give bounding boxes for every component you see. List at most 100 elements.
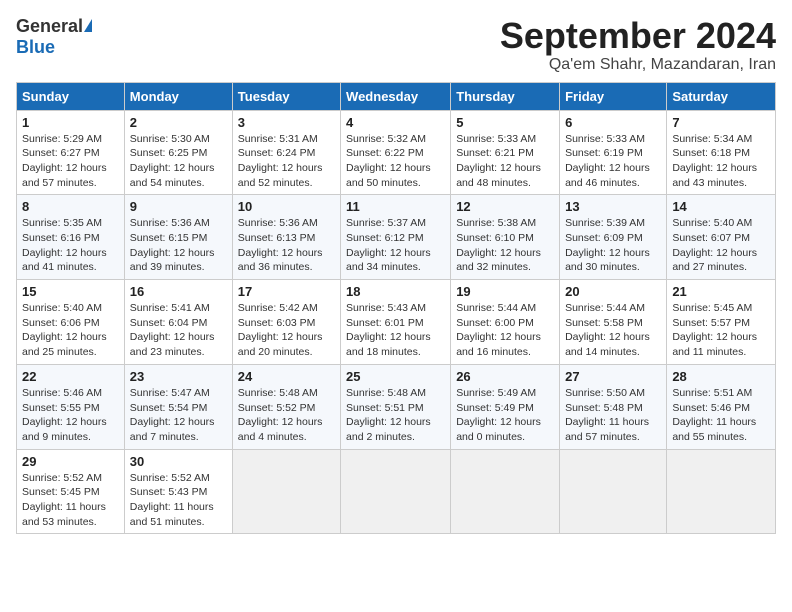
day-info: Sunrise: 5:30 AMSunset: 6:25 PMDaylight:…	[130, 133, 215, 189]
weekday-header-wednesday: Wednesday	[341, 82, 451, 110]
day-info: Sunrise: 5:40 AMSunset: 6:06 PMDaylight:…	[22, 302, 107, 358]
day-number: 17	[238, 284, 335, 299]
day-number: 2	[130, 115, 227, 130]
day-info: Sunrise: 5:35 AMSunset: 6:16 PMDaylight:…	[22, 217, 107, 273]
day-info: Sunrise: 5:51 AMSunset: 5:46 PMDaylight:…	[672, 387, 756, 443]
calendar-cell: 17 Sunrise: 5:42 AMSunset: 6:03 PMDaylig…	[232, 280, 340, 365]
day-info: Sunrise: 5:29 AMSunset: 6:27 PMDaylight:…	[22, 133, 107, 189]
calendar-cell: 30 Sunrise: 5:52 AMSunset: 5:43 PMDaylig…	[124, 449, 232, 534]
day-number: 8	[22, 199, 119, 214]
logo-arrow-icon	[84, 19, 92, 32]
day-number: 18	[346, 284, 445, 299]
calendar-cell: 23 Sunrise: 5:47 AMSunset: 5:54 PMDaylig…	[124, 364, 232, 449]
calendar-cell: 5 Sunrise: 5:33 AMSunset: 6:21 PMDayligh…	[451, 110, 560, 195]
day-info: Sunrise: 5:44 AMSunset: 6:00 PMDaylight:…	[456, 302, 541, 358]
calendar-cell: 7 Sunrise: 5:34 AMSunset: 6:18 PMDayligh…	[667, 110, 776, 195]
calendar-week-2: 8 Sunrise: 5:35 AMSunset: 6:16 PMDayligh…	[17, 195, 776, 280]
day-info: Sunrise: 5:48 AMSunset: 5:52 PMDaylight:…	[238, 387, 323, 443]
title-block: September 2024 Qa'em Shahr, Mazandaran, …	[500, 16, 776, 74]
logo: General Blue	[16, 16, 92, 58]
calendar-cell: 16 Sunrise: 5:41 AMSunset: 6:04 PMDaylig…	[124, 280, 232, 365]
calendar-cell: 14 Sunrise: 5:40 AMSunset: 6:07 PMDaylig…	[667, 195, 776, 280]
calendar-cell: 4 Sunrise: 5:32 AMSunset: 6:22 PMDayligh…	[341, 110, 451, 195]
day-info: Sunrise: 5:49 AMSunset: 5:49 PMDaylight:…	[456, 387, 541, 443]
logo-general: General	[16, 16, 92, 37]
day-number: 9	[130, 199, 227, 214]
day-number: 5	[456, 115, 554, 130]
day-number: 24	[238, 369, 335, 384]
day-number: 15	[22, 284, 119, 299]
calendar-cell	[341, 449, 451, 534]
page-header: General Blue September 2024 Qa'em Shahr,…	[16, 16, 776, 74]
calendar-cell: 9 Sunrise: 5:36 AMSunset: 6:15 PMDayligh…	[124, 195, 232, 280]
calendar-cell: 1 Sunrise: 5:29 AMSunset: 6:27 PMDayligh…	[17, 110, 125, 195]
page-location: Qa'em Shahr, Mazandaran, Iran	[500, 56, 776, 74]
day-number: 26	[456, 369, 554, 384]
calendar-cell: 25 Sunrise: 5:48 AMSunset: 5:51 PMDaylig…	[341, 364, 451, 449]
weekday-header-sunday: Sunday	[17, 82, 125, 110]
weekday-header-friday: Friday	[560, 82, 667, 110]
calendar-cell: 28 Sunrise: 5:51 AMSunset: 5:46 PMDaylig…	[667, 364, 776, 449]
weekday-header-thursday: Thursday	[451, 82, 560, 110]
calendar-cell: 13 Sunrise: 5:39 AMSunset: 6:09 PMDaylig…	[560, 195, 667, 280]
day-info: Sunrise: 5:33 AMSunset: 6:19 PMDaylight:…	[565, 133, 650, 189]
day-number: 14	[672, 199, 770, 214]
day-number: 23	[130, 369, 227, 384]
day-info: Sunrise: 5:37 AMSunset: 6:12 PMDaylight:…	[346, 217, 431, 273]
day-info: Sunrise: 5:39 AMSunset: 6:09 PMDaylight:…	[565, 217, 650, 273]
calendar-cell	[451, 449, 560, 534]
calendar-cell	[560, 449, 667, 534]
day-number: 27	[565, 369, 661, 384]
day-number: 10	[238, 199, 335, 214]
calendar-week-5: 29 Sunrise: 5:52 AMSunset: 5:45 PMDaylig…	[17, 449, 776, 534]
day-info: Sunrise: 5:32 AMSunset: 6:22 PMDaylight:…	[346, 133, 431, 189]
day-number: 11	[346, 199, 445, 214]
day-info: Sunrise: 5:36 AMSunset: 6:13 PMDaylight:…	[238, 217, 323, 273]
day-number: 12	[456, 199, 554, 214]
day-number: 3	[238, 115, 335, 130]
calendar-cell: 27 Sunrise: 5:50 AMSunset: 5:48 PMDaylig…	[560, 364, 667, 449]
calendar-cell: 8 Sunrise: 5:35 AMSunset: 6:16 PMDayligh…	[17, 195, 125, 280]
calendar-table: SundayMondayTuesdayWednesdayThursdayFrid…	[16, 82, 776, 535]
calendar-week-1: 1 Sunrise: 5:29 AMSunset: 6:27 PMDayligh…	[17, 110, 776, 195]
day-number: 22	[22, 369, 119, 384]
calendar-header-row: SundayMondayTuesdayWednesdayThursdayFrid…	[17, 82, 776, 110]
calendar-cell: 12 Sunrise: 5:38 AMSunset: 6:10 PMDaylig…	[451, 195, 560, 280]
page-title: September 2024	[500, 16, 776, 56]
day-info: Sunrise: 5:33 AMSunset: 6:21 PMDaylight:…	[456, 133, 541, 189]
day-number: 19	[456, 284, 554, 299]
day-info: Sunrise: 5:52 AMSunset: 5:43 PMDaylight:…	[130, 472, 214, 528]
weekday-header-saturday: Saturday	[667, 82, 776, 110]
day-info: Sunrise: 5:43 AMSunset: 6:01 PMDaylight:…	[346, 302, 431, 358]
calendar-cell: 29 Sunrise: 5:52 AMSunset: 5:45 PMDaylig…	[17, 449, 125, 534]
day-info: Sunrise: 5:45 AMSunset: 5:57 PMDaylight:…	[672, 302, 757, 358]
day-info: Sunrise: 5:31 AMSunset: 6:24 PMDaylight:…	[238, 133, 323, 189]
calendar-cell: 19 Sunrise: 5:44 AMSunset: 6:00 PMDaylig…	[451, 280, 560, 365]
calendar-cell: 22 Sunrise: 5:46 AMSunset: 5:55 PMDaylig…	[17, 364, 125, 449]
day-number: 21	[672, 284, 770, 299]
day-number: 20	[565, 284, 661, 299]
day-info: Sunrise: 5:46 AMSunset: 5:55 PMDaylight:…	[22, 387, 107, 443]
day-number: 30	[130, 454, 227, 469]
calendar-cell: 24 Sunrise: 5:48 AMSunset: 5:52 PMDaylig…	[232, 364, 340, 449]
day-number: 28	[672, 369, 770, 384]
day-number: 1	[22, 115, 119, 130]
day-info: Sunrise: 5:52 AMSunset: 5:45 PMDaylight:…	[22, 472, 106, 528]
day-info: Sunrise: 5:44 AMSunset: 5:58 PMDaylight:…	[565, 302, 650, 358]
calendar-cell: 11 Sunrise: 5:37 AMSunset: 6:12 PMDaylig…	[341, 195, 451, 280]
calendar-week-3: 15 Sunrise: 5:40 AMSunset: 6:06 PMDaylig…	[17, 280, 776, 365]
calendar-cell: 6 Sunrise: 5:33 AMSunset: 6:19 PMDayligh…	[560, 110, 667, 195]
logo-blue-text: Blue	[16, 37, 55, 58]
day-number: 29	[22, 454, 119, 469]
calendar-cell	[667, 449, 776, 534]
day-number: 6	[565, 115, 661, 130]
calendar-cell: 3 Sunrise: 5:31 AMSunset: 6:24 PMDayligh…	[232, 110, 340, 195]
calendar-cell: 18 Sunrise: 5:43 AMSunset: 6:01 PMDaylig…	[341, 280, 451, 365]
day-info: Sunrise: 5:50 AMSunset: 5:48 PMDaylight:…	[565, 387, 649, 443]
day-info: Sunrise: 5:41 AMSunset: 6:04 PMDaylight:…	[130, 302, 215, 358]
calendar-week-4: 22 Sunrise: 5:46 AMSunset: 5:55 PMDaylig…	[17, 364, 776, 449]
day-info: Sunrise: 5:48 AMSunset: 5:51 PMDaylight:…	[346, 387, 431, 443]
calendar-cell: 2 Sunrise: 5:30 AMSunset: 6:25 PMDayligh…	[124, 110, 232, 195]
day-info: Sunrise: 5:38 AMSunset: 6:10 PMDaylight:…	[456, 217, 541, 273]
day-info: Sunrise: 5:42 AMSunset: 6:03 PMDaylight:…	[238, 302, 323, 358]
